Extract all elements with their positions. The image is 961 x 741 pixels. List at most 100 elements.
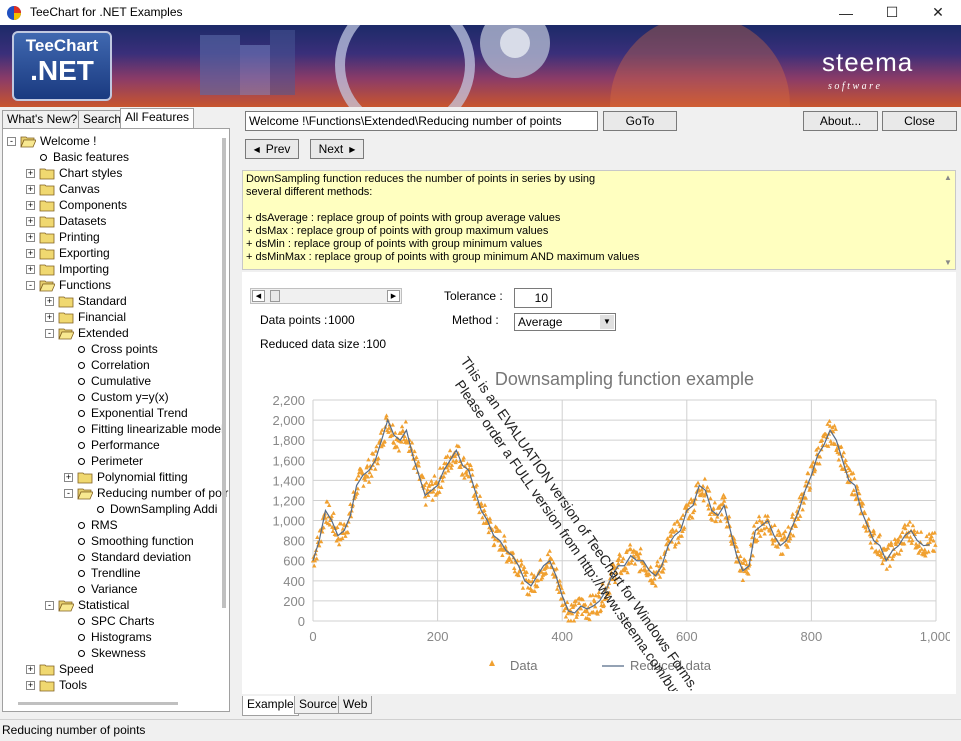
tab-whats-new[interactable]: What's New? bbox=[2, 110, 83, 128]
tree-item[interactable]: - Reducing number of poir bbox=[64, 485, 228, 501]
tree-item-label: Custom y=y(x) bbox=[91, 390, 169, 404]
tree-item[interactable]: RMS bbox=[76, 517, 118, 533]
expand-icon[interactable]: + bbox=[26, 184, 35, 194]
tree-item[interactable]: Skewness bbox=[76, 645, 146, 661]
collapse-icon[interactable]: - bbox=[64, 488, 73, 498]
tab-web[interactable]: Web bbox=[338, 696, 373, 714]
path-field[interactable] bbox=[245, 111, 598, 131]
expand-icon[interactable]: + bbox=[45, 296, 54, 306]
minimize-button[interactable]: — bbox=[823, 0, 869, 25]
open-folder-icon bbox=[77, 488, 93, 499]
data-points-slider[interactable]: ◀ ▶ bbox=[250, 288, 402, 304]
next-button[interactable]: Next ▶ bbox=[310, 139, 364, 159]
tree-item[interactable]: + Polynomial fitting bbox=[64, 469, 188, 485]
tree-item[interactable]: Cross points bbox=[76, 341, 158, 357]
method-select[interactable]: Average ▼ bbox=[514, 313, 616, 331]
tree-item[interactable]: Custom y=y(x) bbox=[76, 389, 169, 405]
expand-icon[interactable]: + bbox=[26, 248, 35, 258]
expand-icon[interactable]: + bbox=[26, 200, 35, 210]
tree-item[interactable]: Histograms bbox=[76, 629, 152, 645]
tree-item[interactable]: Standard deviation bbox=[76, 549, 191, 565]
tree-item[interactable]: + Tools bbox=[26, 677, 87, 693]
slider-right-icon[interactable]: ▶ bbox=[387, 290, 400, 302]
tree-item[interactable]: Trendline bbox=[76, 565, 141, 581]
tree-item[interactable]: + Datasets bbox=[26, 213, 106, 229]
scroll-down-icon[interactable]: ▼ bbox=[944, 258, 952, 267]
tree-item[interactable]: Cumulative bbox=[76, 373, 151, 389]
tree-item[interactable]: + Standard bbox=[45, 293, 127, 309]
tree-item-label: Printing bbox=[59, 230, 100, 244]
expand-icon[interactable]: + bbox=[26, 168, 35, 178]
slider-left-icon[interactable]: ◀ bbox=[252, 290, 265, 302]
expand-icon[interactable]: + bbox=[45, 312, 54, 322]
tree-item[interactable]: SPC Charts bbox=[76, 613, 154, 629]
close-window-button[interactable]: ✕ bbox=[915, 0, 961, 25]
tree-scroll-thumb[interactable] bbox=[222, 138, 226, 608]
tree-item[interactable]: - Welcome ! bbox=[7, 133, 96, 149]
tree-item[interactable]: Perimeter bbox=[76, 453, 143, 469]
data-point bbox=[908, 534, 913, 539]
close-button[interactable]: Close bbox=[882, 111, 957, 131]
tree-item-label: Functions bbox=[59, 278, 112, 292]
expand-icon[interactable]: + bbox=[64, 472, 73, 482]
tree-item[interactable]: Fitting linearizable model bbox=[76, 421, 224, 437]
tree-item[interactable]: + Speed bbox=[26, 661, 94, 677]
tree-item[interactable]: DownSampling Addi bbox=[95, 501, 217, 517]
tree-hscroll-thumb[interactable] bbox=[18, 702, 178, 705]
y-tick-label: 400 bbox=[283, 574, 305, 589]
expand-icon[interactable]: + bbox=[26, 680, 35, 690]
tree-vertical-scrollbar[interactable] bbox=[220, 130, 228, 700]
tree-item[interactable]: + Financial bbox=[45, 309, 126, 325]
tree-item[interactable]: Smoothing function bbox=[76, 533, 194, 549]
tab-source[interactable]: Source bbox=[294, 696, 343, 714]
tree-item[interactable]: Variance bbox=[76, 581, 137, 597]
maximize-button[interactable]: ☐ bbox=[869, 0, 915, 25]
tree-item[interactable]: - Statistical bbox=[45, 597, 129, 613]
tolerance-label: Tolerance : bbox=[444, 289, 503, 303]
tree-item[interactable]: + Printing bbox=[26, 229, 100, 245]
downsampling-chart[interactable]: Downsampling function example 0 200 400 600 8… bbox=[250, 355, 950, 691]
tab-search[interactable]: Search bbox=[78, 110, 127, 128]
description-scrollbar[interactable]: ▲ ▼ bbox=[941, 171, 955, 269]
collapse-icon[interactable]: - bbox=[45, 600, 54, 610]
logo-top-text: TeeChart bbox=[25, 36, 99, 55]
tree-item[interactable]: + Importing bbox=[26, 261, 109, 277]
tree-item[interactable]: Correlation bbox=[76, 357, 150, 373]
folder-icon bbox=[39, 168, 55, 179]
expand-icon[interactable]: + bbox=[26, 264, 35, 274]
collapse-icon[interactable]: - bbox=[45, 328, 54, 338]
slider-thumb[interactable] bbox=[270, 290, 281, 302]
tree-horizontal-scrollbar[interactable] bbox=[4, 699, 224, 709]
tolerance-field[interactable] bbox=[514, 288, 552, 308]
goto-button[interactable]: GoTo bbox=[603, 111, 677, 131]
chevron-down-icon[interactable]: ▼ bbox=[600, 315, 614, 329]
tree-item[interactable]: + Exporting bbox=[26, 245, 110, 261]
tree-item[interactable]: Performance bbox=[76, 437, 160, 453]
scroll-up-icon[interactable]: ▲ bbox=[944, 173, 952, 182]
collapse-icon[interactable]: - bbox=[26, 280, 35, 290]
tree-item[interactable]: + Chart styles bbox=[26, 165, 122, 181]
tree-item[interactable]: - Functions bbox=[26, 277, 111, 293]
data-point bbox=[871, 528, 876, 533]
tree-item[interactable]: Basic features bbox=[38, 149, 129, 165]
collapse-icon[interactable]: - bbox=[7, 136, 16, 146]
description-box[interactable]: DownSampling function reduces the number… bbox=[242, 170, 956, 270]
tree-item[interactable]: Exponential Trend bbox=[76, 405, 188, 421]
tree-item[interactable]: + Canvas bbox=[26, 181, 100, 197]
tree-item[interactable]: + Components bbox=[26, 197, 127, 213]
about-button[interactable]: About... bbox=[803, 111, 878, 131]
data-point bbox=[361, 483, 366, 488]
chart-title: Downsampling function example bbox=[495, 369, 754, 389]
folder-icon bbox=[77, 472, 93, 483]
expand-icon[interactable]: + bbox=[26, 664, 35, 674]
tab-all-features[interactable]: All Features bbox=[120, 108, 195, 129]
tab-example[interactable]: Example bbox=[242, 696, 299, 716]
expand-icon[interactable]: + bbox=[26, 232, 35, 242]
tree-item[interactable]: - Extended bbox=[45, 325, 129, 341]
leaf-node-icon bbox=[78, 649, 85, 657]
expand-icon[interactable]: + bbox=[26, 216, 35, 226]
data-point bbox=[519, 561, 524, 566]
leaf-node-icon bbox=[78, 617, 85, 625]
data-point bbox=[827, 418, 832, 423]
prev-button[interactable]: ◀ Prev bbox=[245, 139, 299, 159]
